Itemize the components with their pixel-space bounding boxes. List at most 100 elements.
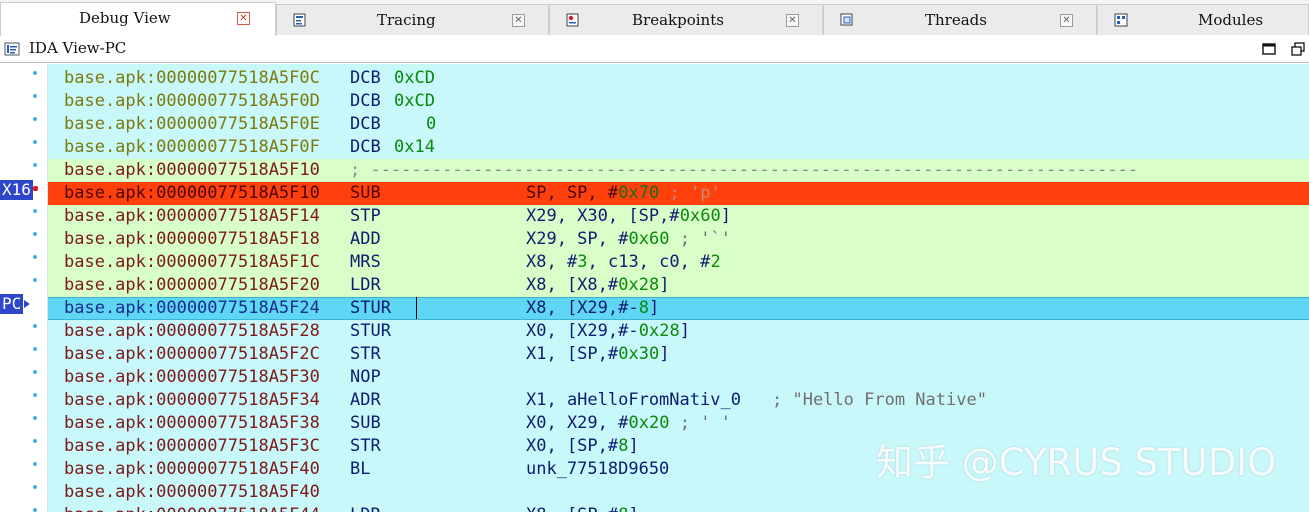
disasm-line[interactable]: base.apk:00000077518A5F0E DCB 0 [48,113,1309,136]
operand: ] [629,504,639,512]
mnemonic: MRS [350,252,381,272]
address-label: base.apk:00000077518A5F14 [64,206,320,226]
breakpoint-icon[interactable] [33,186,38,191]
mnemonic: STR [350,436,381,456]
disassembly-view[interactable]: base.apk:00000077518A5F0C DCB 0xCD base.apk… [0,64,1309,512]
close-icon[interactable]: ✕ [1060,14,1073,27]
operand: X8, [X29,#- [526,298,639,318]
operand: 0x28 [618,275,660,295]
operand: 0x60 [679,206,721,226]
address-label: base.apk:00000077518A5F10 [64,183,320,203]
operand: ] [659,344,670,364]
close-icon[interactable]: ✕ [786,14,799,27]
ida-view-icon [4,42,20,56]
operand: ] [628,436,639,456]
gutter[interactable] [0,64,48,512]
address-label: base.apk:00000077518A5F40 [64,482,320,502]
operand: 0x30 [618,344,660,364]
operand: X0, [SP,# [526,436,619,456]
operand: 0xCD [394,91,435,111]
operand: X1, aHelloFromNativ_0 [526,390,741,410]
tab-threads[interactable]: Threads ✕ [823,4,1097,35]
line-dot-icon [33,347,37,351]
close-icon[interactable]: ✕ [512,14,525,27]
operand: 0x70 [618,183,660,203]
modules-icon [1114,13,1128,27]
mnemonic: ADD [350,229,381,249]
disasm-line[interactable]: base.apk:00000077518A5F0C DCB 0xCD [48,67,1309,90]
operand: ] [649,298,660,318]
disasm-line[interactable]: base.apk:00000077518A5F28 STUR X0, [X29,#-… [48,320,1309,343]
operand: 0x20 [628,413,670,433]
mnemonic: DCB [350,68,381,88]
disasm-line[interactable]: base.apk:00000077518A5F0F DCB 0x14 [48,136,1309,159]
mnemonic: BL [350,459,371,479]
disasm-line[interactable]: base.apk:00000077518A5F2C STR X1, [SP,# 0x3… [48,343,1309,366]
address-label: base.apk:00000077518A5F0E [64,114,320,134]
maximize-icon[interactable] [1261,41,1277,57]
operand: X0, X29, # [526,413,629,433]
operand: X8, [X8,# [526,275,619,295]
line-dot-icon [33,324,37,328]
text-cursor [416,297,417,319]
tab-breakpoints[interactable]: Breakpoints ✕ [549,4,823,35]
comment: ; "Hello From Native" [772,390,987,410]
mnemonic: SUB [350,413,381,433]
address-label: base.apk:00000077518A5F28 [64,321,320,341]
disasm-line[interactable]: base.apk:00000077518A5F24 STUR X8, [X29,#-… [48,297,1309,320]
disasm-line[interactable]: base.apk:00000077518A5F10 ; -------------… [48,159,1309,182]
mnemonic: DCB [350,91,381,111]
line-dot-icon [33,485,37,489]
line-dot-icon [33,508,37,512]
restore-icon[interactable] [1290,41,1306,57]
disasm-line[interactable]: base.apk:00000077518A5F30 NOP [48,366,1309,389]
tab-label: Modules [1198,11,1264,29]
disasm-line[interactable]: base.apk:00000077518A5F0D DCB 0xCD [48,90,1309,113]
operand: 0x14 [394,137,435,157]
close-icon[interactable]: ✕ [237,12,250,25]
disasm-line[interactable]: base.apk:00000077518A5F10 SUB SP, SP, #0x7… [48,182,1309,205]
mnemonic: STR [350,344,381,364]
operand: X8, # [526,252,578,272]
address-label: base.apk:00000077518A5F0F [64,137,320,157]
tracing-icon [293,13,306,27]
operand: SP, SP, # [526,183,619,203]
operand: 8 [638,298,649,318]
disasm-line[interactable]: base.apk:00000077518A5F20 LDR X8, [X8,# 0x2… [48,274,1309,297]
operand: ] [720,206,731,226]
register-marker-pc[interactable]: PC [0,294,24,314]
mnemonic: DCB [350,137,381,157]
tab-modules[interactable]: Modules [1097,4,1309,35]
address-label: base.apk:00000077518A5F24 [64,298,320,318]
watermark: 知乎 @CYRUS STUDIO [876,441,1277,484]
tab-label: Tracing [377,11,436,29]
tab-label: Breakpoints [632,11,724,29]
mnemonic: ADR [350,390,381,410]
tab-label: Threads [925,11,987,29]
address-label: base.apk:00000077518A5F20 [64,275,320,295]
operand: X29, SP, # [526,229,629,249]
disasm-line[interactable]: base.apk:00000077518A5F18 ADD X29, SP, #0x… [48,228,1309,251]
operand: 0 [426,114,437,134]
comment: ; '`' [679,229,731,249]
disasm-line[interactable]: base.apk:00000077518A5F34 ADR X1, aHelloFr… [48,389,1309,412]
operand: 8 [618,504,628,512]
operand: 0x60 [628,229,670,249]
line-dot-icon [33,163,37,167]
operand: 8 [618,436,629,456]
disasm-line[interactable]: base.apk:00000077518A5F14 STP X29, X30, [S… [48,205,1309,228]
threads-icon [840,13,853,26]
operand: ] [659,275,670,295]
register-marker-x16[interactable]: X16 [0,180,33,200]
line-dot-icon [33,370,37,374]
breakpoints-icon [566,13,579,27]
disasm-line[interactable]: base.apk:00000077518A5F44 LDR X8, [SP,#8] [48,504,1309,512]
operand: X1, [SP,# [526,344,619,364]
tab-tracing[interactable]: Tracing ✕ [276,4,549,35]
disasm-line[interactable]: base.apk:00000077518A5F1C MRS X8, #3, c13,… [48,251,1309,274]
address-label: base.apk:00000077518A5F3C [64,436,320,456]
tab-debug-view[interactable]: Debug View ✕ [0,2,276,36]
line-dot-icon [33,209,37,213]
line-dot-icon [33,462,37,466]
view-title-bar: IDA View-PC [0,36,1309,63]
